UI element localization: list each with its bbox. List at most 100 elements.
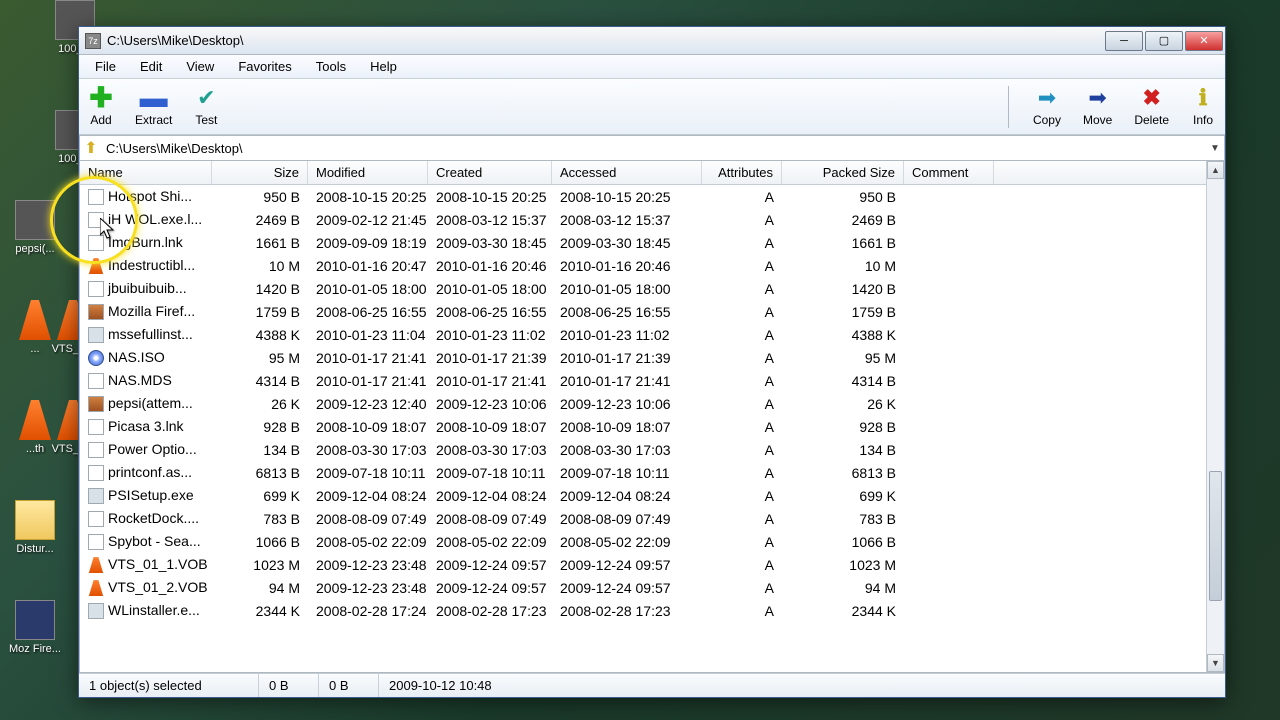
file-attr: A [702,348,782,368]
scrollbar-thumb[interactable] [1209,471,1222,601]
file-size: 95 M [212,348,308,368]
file-icon [88,580,104,596]
file-icon [88,327,104,343]
table-row[interactable]: ImgBurn.lnk1661 B2009-09-09 18:192009-03… [80,231,1206,254]
table-row[interactable]: printconf.as...6813 B2009-07-18 10:11200… [80,461,1206,484]
file-comment [904,586,994,590]
scroll-up-icon[interactable]: ▲ [1207,161,1224,179]
file-icon [88,350,104,366]
col-comment[interactable]: Comment [904,161,994,184]
file-name: printconf.as... [108,464,192,480]
table-row[interactable]: PSISetup.exe699 K2009-12-04 08:242009-12… [80,484,1206,507]
file-name: VTS_01_2.VOB [108,579,208,595]
file-name: NAS.ISO [108,349,165,365]
extract-button[interactable]: ▬Extract [135,86,172,127]
table-row[interactable]: Hotspot Shi...950 B2008-10-15 20:252008-… [80,185,1206,208]
test-button[interactable]: ✔Test [194,86,218,127]
menu-tools[interactable]: Tools [304,56,358,77]
file-packed: 95 M [782,348,904,368]
file-icon [88,304,104,320]
col-created[interactable]: Created [428,161,552,184]
file-created: 2010-01-17 21:39 [428,348,552,368]
file-size: 94 M [212,578,308,598]
table-row[interactable]: VTS_01_1.VOB1023 M2009-12-23 23:482009-1… [80,553,1206,576]
table-row[interactable]: Mozilla Firef...1759 B2008-06-25 16:5520… [80,300,1206,323]
table-row[interactable]: NAS.MDS4314 B2010-01-17 21:412010-01-17 … [80,369,1206,392]
table-row[interactable]: RocketDock....783 B2008-08-09 07:492008-… [80,507,1206,530]
file-icon [88,419,104,435]
file-accessed: 2010-01-16 20:46 [552,256,702,276]
scroll-down-icon[interactable]: ▼ [1207,654,1224,672]
titlebar[interactable]: 7z C:\Users\Mike\Desktop\ ─ ▢ ✕ [79,27,1225,55]
delete-button[interactable]: ✖Delete [1134,86,1169,127]
file-icon [88,603,104,619]
file-attr: A [702,555,782,575]
x-icon: ✖ [1140,86,1164,110]
path-input[interactable]: C:\Users\Mike\Desktop\ [102,141,1206,156]
file-packed: 783 B [782,509,904,529]
file-size: 699 K [212,486,308,506]
file-created: 2008-08-09 07:49 [428,509,552,529]
file-packed: 4314 B [782,371,904,391]
menu-help[interactable]: Help [358,56,409,77]
col-accessed[interactable]: Accessed [552,161,702,184]
table-row[interactable]: pepsi(attem...26 K2009-12-23 12:402009-1… [80,392,1206,415]
desktop-icon[interactable]: pepsi(... [0,200,70,255]
col-name[interactable]: Name [80,161,212,184]
minimize-button[interactable]: ─ [1105,31,1143,51]
table-row[interactable]: Spybot - Sea...1066 B2008-05-02 22:09200… [80,530,1206,553]
file-size: 4388 K [212,325,308,345]
path-bar: ⬆ C:\Users\Mike\Desktop\ ▼ [79,135,1225,161]
table-row[interactable]: jbuibuibuib...1420 B2010-01-05 18:002010… [80,277,1206,300]
file-created: 2008-10-09 18:07 [428,417,552,437]
file-comment [904,218,994,222]
desktop-icon[interactable]: Distur... [0,500,70,555]
add-button[interactable]: ✚Add [89,86,113,127]
info-button[interactable]: ℹInfo [1191,86,1215,127]
table-row[interactable]: iH WOL.exe.l...2469 B2009-02-12 21:45200… [80,208,1206,231]
file-comment [904,287,994,291]
file-attr: A [702,210,782,230]
maximize-button[interactable]: ▢ [1145,31,1183,51]
file-size: 1759 B [212,302,308,322]
menu-edit[interactable]: Edit [128,56,174,77]
close-button[interactable]: ✕ [1185,31,1223,51]
column-headers: Name Size Modified Created Accessed Attr… [80,161,1206,185]
col-size[interactable]: Size [212,161,308,184]
table-row[interactable]: VTS_01_2.VOB94 M2009-12-23 23:482009-12-… [80,576,1206,599]
table-row[interactable]: Picasa 3.lnk928 B2008-10-09 18:072008-10… [80,415,1206,438]
table-row[interactable]: mssefullinst...4388 K2010-01-23 11:04201… [80,323,1206,346]
file-comment [904,517,994,521]
table-row[interactable]: NAS.ISO95 M2010-01-17 21:412010-01-17 21… [80,346,1206,369]
table-row[interactable]: Indestructibl...10 M2010-01-16 20:472010… [80,254,1206,277]
col-packed[interactable]: Packed Size [782,161,904,184]
file-name: Power Optio... [108,441,197,457]
col-modified[interactable]: Modified [308,161,428,184]
up-folder-icon[interactable]: ⬆ [80,137,102,159]
desktop-icon[interactable]: Moz Fire... [0,600,70,655]
move-button[interactable]: ➡Move [1083,86,1112,127]
file-accessed: 2008-05-02 22:09 [552,532,702,552]
path-dropdown-icon[interactable]: ▼ [1206,143,1224,154]
file-created: 2010-01-23 11:02 [428,325,552,345]
file-name: iH WOL.exe.l... [108,211,202,227]
menu-favorites[interactable]: Favorites [226,56,303,77]
file-icon [88,235,104,251]
file-created: 2008-06-25 16:55 [428,302,552,322]
file-comment [904,310,994,314]
vertical-scrollbar[interactable]: ▲ ▼ [1206,161,1224,672]
table-row[interactable]: WLinstaller.e...2344 K2008-02-28 17:2420… [80,599,1206,622]
copy-button[interactable]: ➡Copy [1033,86,1061,127]
menu-view[interactable]: View [174,56,226,77]
file-modified: 2010-01-23 11:04 [308,325,428,345]
menu-file[interactable]: File [83,56,128,77]
status-date: 2009-10-12 10:48 [379,674,502,697]
file-attr: A [702,279,782,299]
file-size: 928 B [212,417,308,437]
file-attr: A [702,394,782,414]
file-icon [88,212,104,228]
file-attr: A [702,256,782,276]
col-attributes[interactable]: Attributes [702,161,782,184]
file-modified: 2009-12-23 23:48 [308,578,428,598]
table-row[interactable]: Power Optio...134 B2008-03-30 17:032008-… [80,438,1206,461]
